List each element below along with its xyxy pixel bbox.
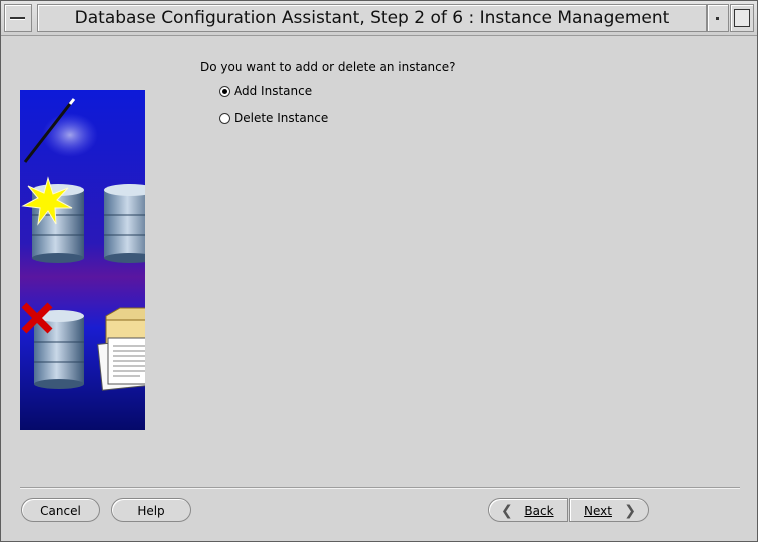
window-menu-icon: [10, 17, 25, 19]
cancel-button[interactable]: Cancel: [21, 498, 100, 522]
database-icon: [104, 184, 145, 263]
delete-instance-label[interactable]: Delete Instance: [234, 111, 328, 125]
dialog-window: Database Configuration Assistant, Step 2…: [0, 0, 758, 542]
next-label: Next: [584, 504, 612, 518]
back-button[interactable]: ❮ Back: [488, 498, 568, 522]
question-label: Do you want to add or delete an instance…: [200, 60, 456, 74]
maximize-icon: [734, 9, 750, 27]
add-instance-label[interactable]: Add Instance: [234, 84, 312, 98]
minimize-button[interactable]: [707, 4, 729, 32]
minimize-icon: [716, 17, 719, 20]
add-instance-option[interactable]: Add Instance: [219, 83, 312, 99]
back-label: Back: [524, 504, 554, 518]
delete-instance-option[interactable]: Delete Instance: [219, 110, 328, 126]
window-menu-button[interactable]: [4, 4, 32, 32]
window-title: Database Configuration Assistant, Step 2…: [37, 4, 707, 32]
add-instance-radio[interactable]: [219, 85, 230, 97]
delete-instance-radio[interactable]: [219, 112, 230, 124]
title-bar[interactable]: Database Configuration Assistant, Step 2…: [1, 1, 757, 36]
back-chevron-icon: ❮: [501, 503, 513, 519]
footer-separator: [20, 487, 740, 489]
maximize-button[interactable]: [730, 4, 754, 32]
next-button[interactable]: Next ❯: [569, 498, 649, 522]
wizard-illustration: [20, 90, 145, 430]
next-chevron-icon: ❯: [624, 503, 636, 519]
help-button[interactable]: Help: [111, 498, 191, 522]
